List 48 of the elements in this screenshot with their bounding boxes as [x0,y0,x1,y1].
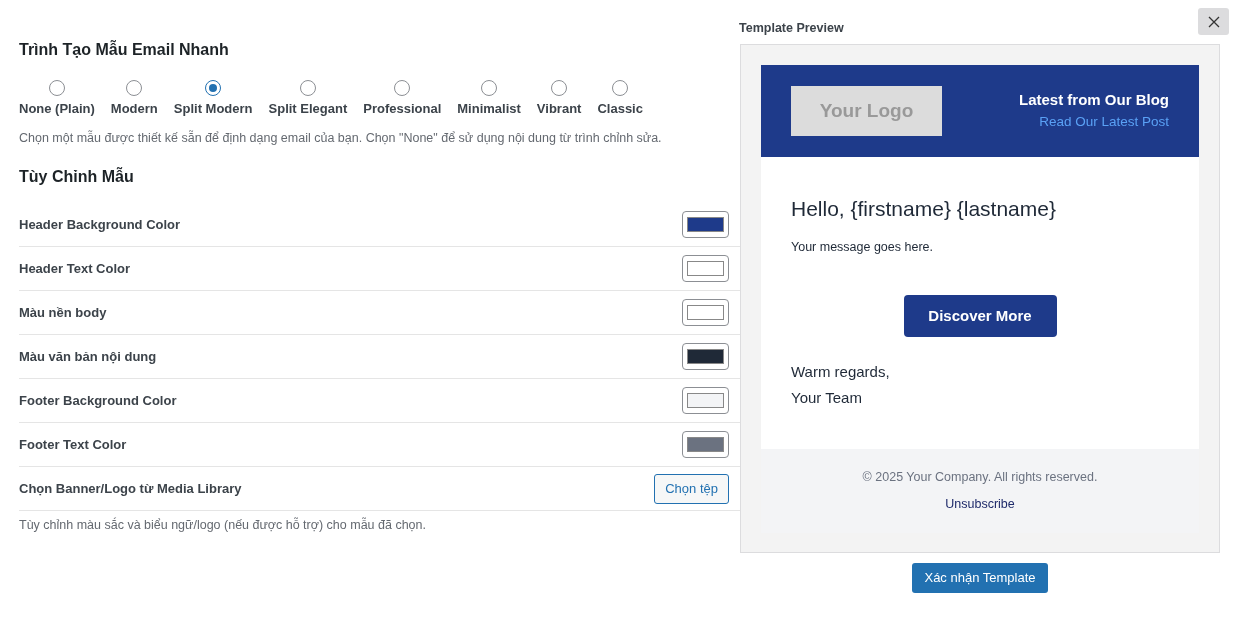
section-title: Tùy Chỉnh Mẫu [19,166,135,188]
close-icon [1207,15,1220,28]
radio-label[interactable]: Classic [597,99,643,119]
copyright-text: © 2025 Your Company. All rights reserved. [862,469,1098,486]
confirm-button[interactable]: Xác nhận Template [912,562,1048,593]
color-swatch[interactable] [682,255,729,283]
setting-label: Màu văn bản nội dung [19,348,157,366]
greeting-heading: Hello, {firstname} {lastname} [791,195,1057,222]
radio-button[interactable] [48,80,65,96]
radio-label[interactable]: Minimalist [457,99,521,119]
radio-button[interactable] [126,80,143,96]
radio-button[interactable] [612,80,629,96]
setting-label: Footer Text Color [19,436,127,454]
radio-button[interactable] [551,80,568,96]
setting-label: Chọn Banner/Logo từ Media Library [19,480,242,498]
setting-label: Header Text Color [19,260,130,278]
message-text: Your message goes here. [791,239,934,257]
color-swatch[interactable] [682,387,729,415]
radio-label[interactable]: Professional [363,99,442,119]
radio-button[interactable] [481,80,498,96]
hint-text: Tùy chỉnh màu sắc và biểu ngữ/logo (nếu được hỗ trợ) cho mẫu đã chọn. [19,516,427,535]
section-title: Trình Tạo Mẫu Email Nhanh [19,39,230,60]
unsubscribe-link[interactable]: Unsubscribe [945,494,1015,514]
radio-label[interactable]: Modern [110,99,158,119]
color-swatch[interactable] [682,299,729,327]
setting-label: Màu nền body [19,304,107,322]
color-swatch[interactable] [682,431,729,459]
radio-label[interactable]: Split Modern [173,99,253,119]
cta-button[interactable]: Discover More [903,295,1057,337]
radio-label[interactable]: Split Elegant [268,99,348,119]
radio-label[interactable]: Vibrant [536,99,582,119]
radio-button[interactable] [299,80,316,96]
radio-button[interactable] [394,80,411,96]
choose-file-button[interactable]: Chọn tệp [654,473,729,504]
preview-title: Template Preview [739,20,844,37]
radio-label[interactable]: None (Plain) [19,99,95,119]
closing-line: Warm regards, [791,362,891,382]
setting-label: Header Background Color [19,216,181,234]
setting-label: Footer Background Color [19,392,177,410]
blog-link[interactable]: Read Our Latest Post [1039,111,1169,133]
color-swatch[interactable] [682,343,729,371]
blog-title: Latest from Our Blog [1019,90,1169,111]
close-button[interactable] [1198,8,1229,35]
radio-button[interactable] [205,80,222,96]
logo-text: Your Logo [819,98,914,123]
hint-text: Chọn một mẫu được thiết kế sẵn để định dạng email của bạn. Chọn "None" để sử dụng nội dung từ trình chỉnh sửa. [19,129,663,147]
closing-line: Your Team [791,388,863,408]
color-swatch[interactable] [682,211,729,239]
